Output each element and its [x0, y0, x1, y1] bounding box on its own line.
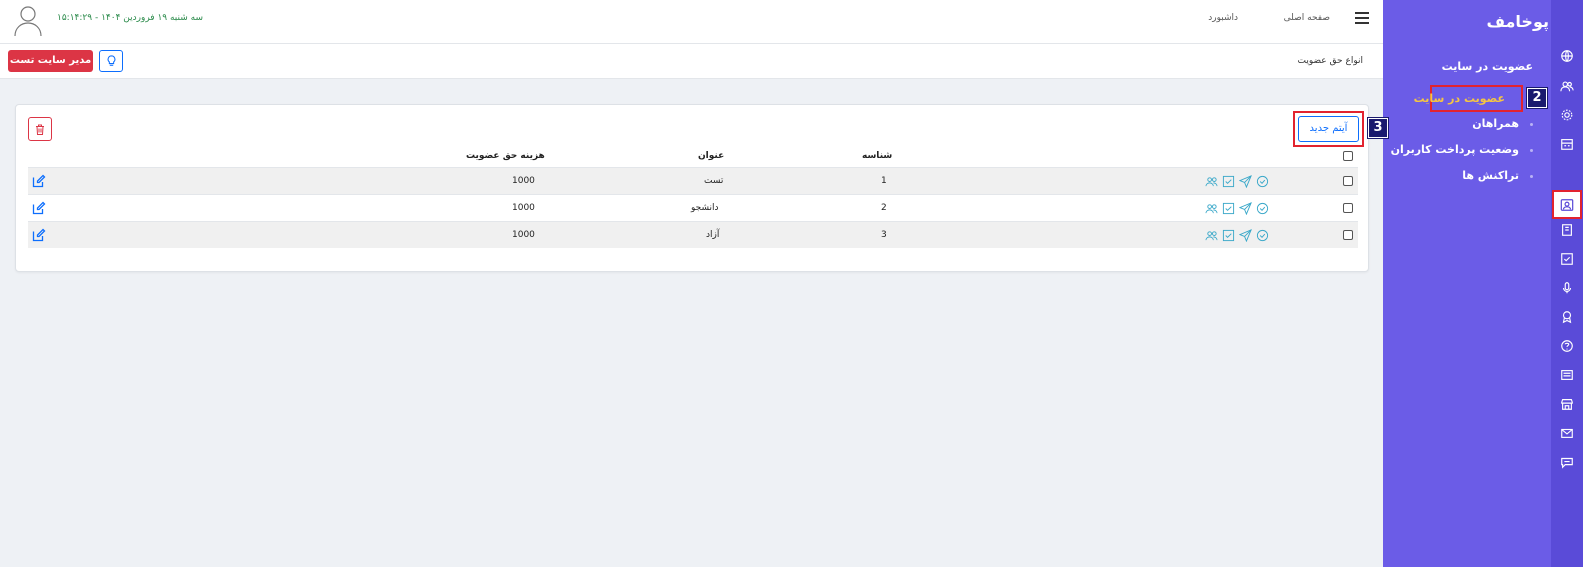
user-card-icon[interactable]	[1552, 190, 1582, 219]
checklist-icon[interactable]	[1221, 201, 1236, 215]
award-icon[interactable]	[1559, 309, 1575, 325]
cell-fee: 1000	[512, 203, 535, 213]
top-bar: صفحه اصلی داشبورد سه شنبه ۱۹ فروردین ۱۴۰…	[0, 0, 1383, 44]
row-checkbox[interactable]	[1343, 176, 1353, 186]
row-checkbox[interactable]	[1343, 230, 1353, 240]
edit-icon[interactable]	[32, 174, 46, 188]
approve-icon[interactable]	[1255, 201, 1270, 215]
cell-title: آزاد	[706, 230, 720, 240]
delete-button[interactable]	[28, 117, 52, 141]
hamburger-icon[interactable]	[1355, 12, 1369, 24]
nav-dashboard-link[interactable]: داشبورد	[1208, 13, 1238, 23]
members-icon[interactable]	[1204, 201, 1219, 215]
step-badge-3: 3	[1367, 117, 1389, 139]
current-datetime: سه شنبه ۱۹ فروردین ۱۴۰۴ - ۱۵:۱۴:۲۹	[57, 13, 204, 23]
approve-icon[interactable]	[1255, 174, 1270, 188]
new-item-button[interactable]: آیتم جدید	[1298, 116, 1359, 142]
checklist-icon[interactable]	[1221, 174, 1236, 188]
cell-title: تست	[704, 176, 724, 186]
bullet-dot	[1530, 175, 1533, 178]
icon-rail	[1551, 0, 1583, 567]
users-icon[interactable]	[1559, 78, 1575, 94]
site-admin-button[interactable]: مدیر سایت تست	[8, 50, 93, 72]
mic-icon[interactable]	[1559, 280, 1575, 296]
members-icon[interactable]	[1204, 228, 1219, 242]
cell-id: 3	[881, 230, 887, 240]
nav-home-link[interactable]: صفحه اصلی	[1284, 13, 1330, 23]
table-row: 3 آزاد 1000	[28, 221, 1358, 248]
select-all-checkbox[interactable]	[1343, 151, 1353, 161]
brand-name: پوخامف	[1486, 11, 1549, 31]
lightbulb-icon	[107, 55, 115, 66]
step-badge-2: 2	[1526, 87, 1548, 109]
table-row: 1 تست 1000	[28, 167, 1358, 194]
sidebar-item-payment-status[interactable]: وضعیت پرداخت کاربران	[1391, 143, 1519, 156]
cell-id: 1	[881, 176, 887, 186]
chat-icon[interactable]	[1559, 454, 1575, 470]
row-actions	[1204, 201, 1270, 215]
sidebar-item-transactions[interactable]: تراکنش ها	[1462, 169, 1519, 182]
edit-icon[interactable]	[32, 228, 46, 242]
store-icon[interactable]	[1559, 396, 1575, 412]
highlight-frame-new-item: آیتم جدید	[1293, 111, 1364, 147]
lightbulb-button[interactable]	[99, 50, 123, 72]
cell-fee: 1000	[512, 230, 535, 240]
members-icon[interactable]	[1204, 174, 1219, 188]
breadcrumb: انواع حق عضویت	[1297, 56, 1363, 66]
row-checkbox[interactable]	[1343, 203, 1353, 213]
sidebar-section-title: عضویت در سایت	[1441, 60, 1533, 73]
row-actions	[1204, 174, 1270, 188]
help-icon[interactable]	[1559, 338, 1575, 354]
check-square-icon[interactable]	[1559, 251, 1575, 267]
cell-title: دانشجو	[691, 203, 719, 213]
list-icon[interactable]	[1559, 367, 1575, 383]
approve-icon[interactable]	[1255, 228, 1270, 242]
cell-fee: 1000	[512, 176, 535, 186]
globe-icon[interactable]	[1559, 48, 1575, 64]
book-icon[interactable]	[1559, 222, 1575, 238]
bullet-dot	[1530, 123, 1533, 126]
column-header-fee: هزینه حق عضویت	[466, 151, 545, 161]
cell-id: 2	[881, 203, 887, 213]
bullet-dot	[1530, 149, 1533, 152]
breadcrumb-bar: انواع حق عضویت مدیر سایت تست	[0, 44, 1383, 79]
edit-icon[interactable]	[32, 201, 46, 215]
avatar-icon[interactable]	[12, 3, 44, 37]
calendar-icon[interactable]	[1559, 136, 1575, 152]
send-icon[interactable]	[1238, 174, 1253, 188]
trash-icon	[36, 124, 44, 135]
mail-icon[interactable]	[1559, 425, 1575, 441]
table-row: 2 دانشجو 1000	[28, 194, 1358, 221]
gear-icon[interactable]	[1559, 107, 1575, 123]
sidebar-item-companions[interactable]: همراهان	[1472, 117, 1519, 130]
send-icon[interactable]	[1238, 228, 1253, 242]
membership-types-card: آیتم جدید شناسه عنوان هزینه حق عضویت 1 ت…	[15, 104, 1369, 272]
column-header-id: شناسه	[862, 151, 893, 161]
checklist-icon[interactable]	[1221, 228, 1236, 242]
column-header-title: عنوان	[698, 151, 725, 161]
send-icon[interactable]	[1238, 201, 1253, 215]
sidebar-item-membership[interactable]: عضویت در سایت	[1414, 92, 1505, 105]
row-actions	[1204, 228, 1270, 242]
